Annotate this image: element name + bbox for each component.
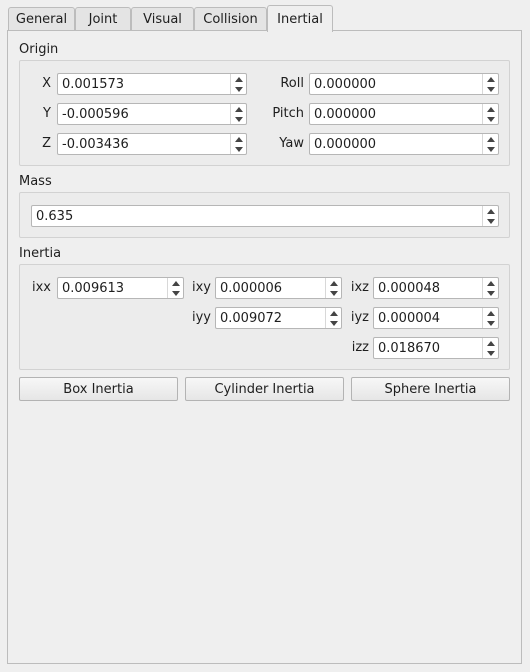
spin-up-icon[interactable] <box>231 104 246 114</box>
tab-visual[interactable]: Visual <box>131 7 194 31</box>
ixy-label: ixy <box>192 280 211 295</box>
spin-down-icon[interactable] <box>326 288 341 298</box>
spin-down-icon[interactable] <box>231 114 246 124</box>
spin-up-icon[interactable] <box>231 74 246 84</box>
mass-title: Mass <box>19 174 52 189</box>
spin-down-icon[interactable] <box>483 288 498 298</box>
spin-up-icon[interactable] <box>483 206 498 216</box>
ixz-input[interactable] <box>374 278 482 298</box>
pitch-label: Pitch <box>272 106 304 121</box>
mass-spinbox[interactable] <box>31 205 499 227</box>
spin-down-icon[interactable] <box>231 84 246 94</box>
iyy-input[interactable] <box>216 308 325 328</box>
spin-down-icon[interactable] <box>483 216 498 226</box>
spin-down-icon[interactable] <box>483 318 498 328</box>
yaw-spin-arrows <box>482 134 498 154</box>
tab-label: Joint <box>88 12 118 27</box>
iyy-spinbox[interactable] <box>215 307 342 329</box>
ixx-spin-arrows <box>167 278 183 298</box>
z-spinbox[interactable] <box>57 133 247 155</box>
y-label: Y <box>43 106 51 121</box>
ixy-spinbox[interactable] <box>215 277 342 299</box>
iyz-input[interactable] <box>374 308 482 328</box>
spin-up-icon[interactable] <box>483 278 498 288</box>
iyz-label: iyz <box>350 310 369 325</box>
spin-down-icon[interactable] <box>231 144 246 154</box>
y-spin-arrows <box>230 104 246 124</box>
ixy-input[interactable] <box>216 278 325 298</box>
x-input[interactable] <box>58 74 230 94</box>
ixz-spin-arrows <box>482 278 498 298</box>
z-input[interactable] <box>58 134 230 154</box>
mass-spin-arrows <box>482 206 498 226</box>
spin-down-icon[interactable] <box>483 144 498 154</box>
mass-input[interactable] <box>32 206 482 226</box>
y-spinbox[interactable] <box>57 103 247 125</box>
tab-general[interactable]: General <box>8 7 75 31</box>
origin-title: Origin <box>19 42 59 57</box>
spin-up-icon[interactable] <box>483 308 498 318</box>
spin-up-icon[interactable] <box>326 308 341 318</box>
spin-up-icon[interactable] <box>483 134 498 144</box>
spin-down-icon[interactable] <box>483 84 498 94</box>
yaw-spinbox[interactable] <box>309 133 499 155</box>
iyy-label: iyy <box>192 310 211 325</box>
tab-label: Collision <box>203 12 258 27</box>
pitch-spin-arrows <box>482 104 498 124</box>
ixz-label: ixz <box>350 280 369 295</box>
spin-down-icon[interactable] <box>326 318 341 328</box>
izz-label: izz <box>351 340 369 355</box>
origin-group: X Y Z Roll <box>19 60 510 166</box>
tab-label: Inertial <box>277 11 323 27</box>
spin-up-icon[interactable] <box>483 74 498 84</box>
yaw-label: Yaw <box>279 136 304 151</box>
ixy-spin-arrows <box>325 278 341 298</box>
roll-spinbox[interactable] <box>309 73 499 95</box>
box-inertia-button[interactable]: Box Inertia <box>19 377 178 401</box>
tab-collision[interactable]: Collision <box>194 7 267 31</box>
spin-up-icon[interactable] <box>168 278 183 288</box>
ixx-spinbox[interactable] <box>57 277 184 299</box>
ixz-spinbox[interactable] <box>373 277 499 299</box>
iyy-spin-arrows <box>325 308 341 328</box>
sphere-inertia-button[interactable]: Sphere Inertia <box>351 377 510 401</box>
roll-label: Roll <box>280 76 304 91</box>
roll-input[interactable] <box>310 74 482 94</box>
spin-up-icon[interactable] <box>483 338 498 348</box>
iyz-spin-arrows <box>482 308 498 328</box>
x-label: X <box>42 76 51 91</box>
yaw-input[interactable] <box>310 134 482 154</box>
cylinder-inertia-button[interactable]: Cylinder Inertia <box>185 377 344 401</box>
x-spinbox[interactable] <box>57 73 247 95</box>
spin-down-icon[interactable] <box>168 288 183 298</box>
mass-group <box>19 192 510 238</box>
tab-label: Visual <box>143 12 182 27</box>
z-spin-arrows <box>230 134 246 154</box>
iyz-spinbox[interactable] <box>373 307 499 329</box>
pitch-input[interactable] <box>310 104 482 124</box>
tab-inertial[interactable]: Inertial <box>267 5 333 32</box>
ixx-label: ixx <box>32 280 51 295</box>
izz-spin-arrows <box>482 338 498 358</box>
izz-spinbox[interactable] <box>373 337 499 359</box>
z-label: Z <box>42 136 51 151</box>
tab-joint[interactable]: Joint <box>75 7 131 31</box>
inertia-title: Inertia <box>19 246 62 261</box>
y-input[interactable] <box>58 104 230 124</box>
spin-down-icon[interactable] <box>483 348 498 358</box>
izz-input[interactable] <box>374 338 482 358</box>
x-spin-arrows <box>230 74 246 94</box>
spin-up-icon[interactable] <box>483 104 498 114</box>
inertial-panel: Origin X Y Z Roll <box>7 30 522 664</box>
tab-label: General <box>15 12 68 27</box>
spin-down-icon[interactable] <box>483 114 498 124</box>
roll-spin-arrows <box>482 74 498 94</box>
spin-up-icon[interactable] <box>326 278 341 288</box>
spin-up-icon[interactable] <box>231 134 246 144</box>
ixx-input[interactable] <box>58 278 167 298</box>
pitch-spinbox[interactable] <box>309 103 499 125</box>
inertia-group: ixx ixy iyy ixz <box>19 264 510 370</box>
